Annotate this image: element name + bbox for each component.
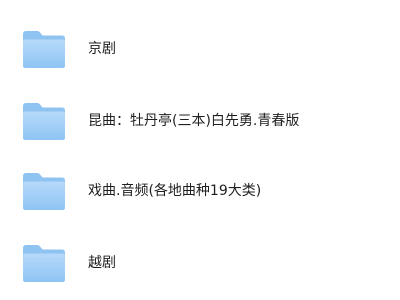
folder-icon (22, 29, 66, 69)
folder-item[interactable]: 戏曲.音频(各地曲种19大类) (0, 168, 400, 214)
folder-icon (22, 243, 66, 283)
folder-name: 越剧 (88, 255, 116, 271)
folder-name: 昆曲：牡丹亭(三本)白先勇.青春版 (88, 113, 300, 129)
folder-name: 京剧 (88, 41, 116, 57)
folder-item[interactable]: 越剧 (0, 240, 400, 286)
folder-item[interactable]: 昆曲：牡丹亭(三本)白先勇.青春版 (0, 98, 400, 144)
folder-list: 京剧 昆曲：牡丹亭(三本)白先勇.青春版 戏曲.音频(各地曲种19大类) 越剧 (0, 0, 400, 300)
folder-name: 戏曲.音频(各地曲种19大类) (88, 183, 262, 199)
folder-icon (22, 101, 66, 141)
folder-icon (22, 171, 66, 211)
folder-item[interactable]: 京剧 (0, 26, 400, 72)
